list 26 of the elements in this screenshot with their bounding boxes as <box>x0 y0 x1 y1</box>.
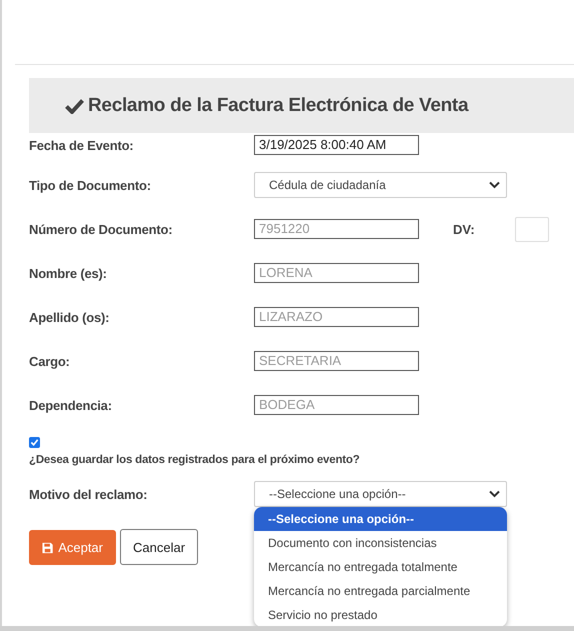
field-label: Motivo del reclamo: <box>29 486 148 502</box>
field-label: Número de Documento: <box>29 222 174 236</box>
field-label: Cargo: <box>29 354 71 368</box>
field-label: Dependencia: <box>29 398 113 412</box>
cancel-button[interactable]: Cancelar <box>120 529 198 565</box>
checkbox-label: ¿Desea guardar los datos registrados para el próximo evento? <box>29 454 361 466</box>
chevron-icon <box>489 490 500 498</box>
chevron-icon <box>489 181 500 189</box>
field-label: Fecha de Evento: <box>29 138 134 152</box>
checkbox[interactable] <box>29 437 40 448</box>
select-field[interactable]: --Seleccione una opción-- <box>254 481 507 507</box>
select-field[interactable]: Cédula de ciudadanía <box>254 172 507 198</box>
field-label: Nombre (es): <box>29 266 108 280</box>
field-label: DV: <box>453 222 476 236</box>
dropdown-option[interactable]: Mercancía no entregada parcialmente <box>254 579 507 603</box>
page-title: Reclamo de la Factura Electrónica de Venta <box>88 94 468 116</box>
field-label: Tipo de Documento: <box>29 178 152 192</box>
field-label: Apellido (os): <box>29 310 110 324</box>
check-icon <box>65 98 84 114</box>
save-icon <box>42 542 54 554</box>
dropdown-option[interactable]: Servicio no prestado <box>254 603 507 627</box>
input-field[interactable]: 3/19/2025 8:00:40 AM <box>254 135 419 155</box>
input-field[interactable] <box>515 216 549 242</box>
dropdown-option[interactable]: Mercancía no entregada totalmente <box>254 555 507 579</box>
dropdown-option[interactable]: --Seleccione una opción-- <box>254 507 507 531</box>
dropdown-option[interactable]: Documento con inconsistencias <box>254 531 507 555</box>
